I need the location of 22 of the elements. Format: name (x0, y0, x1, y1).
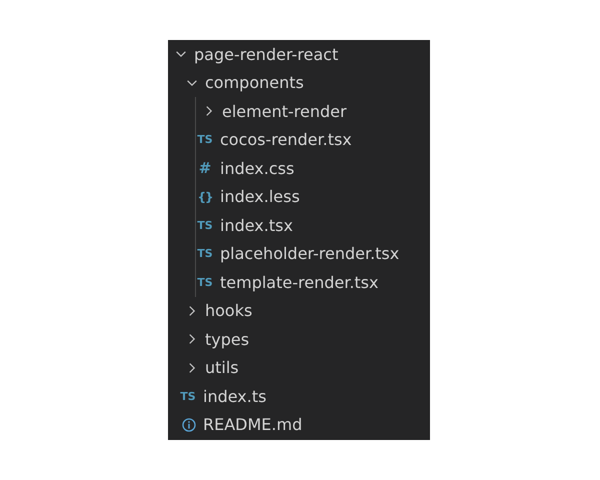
file-item[interactable]: TS placeholder-render.tsx (196, 240, 400, 268)
typescript-icon: TS (179, 390, 197, 403)
file-item[interactable]: {} index.less (196, 182, 300, 211)
folder-item[interactable]: utils (168, 354, 239, 382)
typescript-icon: TS (196, 247, 214, 260)
file-item[interactable]: README.md (168, 410, 302, 439)
hash-icon: # (196, 159, 214, 178)
folder-item[interactable]: page-render-react (168, 40, 338, 68)
typescript-icon: TS (196, 133, 214, 146)
folder-item[interactable]: hooks (168, 296, 252, 325)
braces-icon: {} (196, 190, 214, 204)
file-item[interactable]: # index.css (196, 154, 294, 182)
file-item[interactable]: TS cocos-render.tsx (196, 126, 352, 154)
folder-item[interactable]: types (168, 325, 250, 354)
file-item[interactable]: TS template-render.tsx (196, 268, 378, 296)
file-item[interactable]: TS index.tsx (196, 211, 293, 240)
file-item[interactable]: TS index.ts (168, 382, 266, 410)
info-icon (181, 416, 197, 433)
typescript-icon: TS (196, 276, 214, 289)
folder-item[interactable]: element-render (196, 97, 347, 126)
typescript-icon: TS (196, 218, 214, 232)
folder-item[interactable]: components (168, 68, 304, 97)
